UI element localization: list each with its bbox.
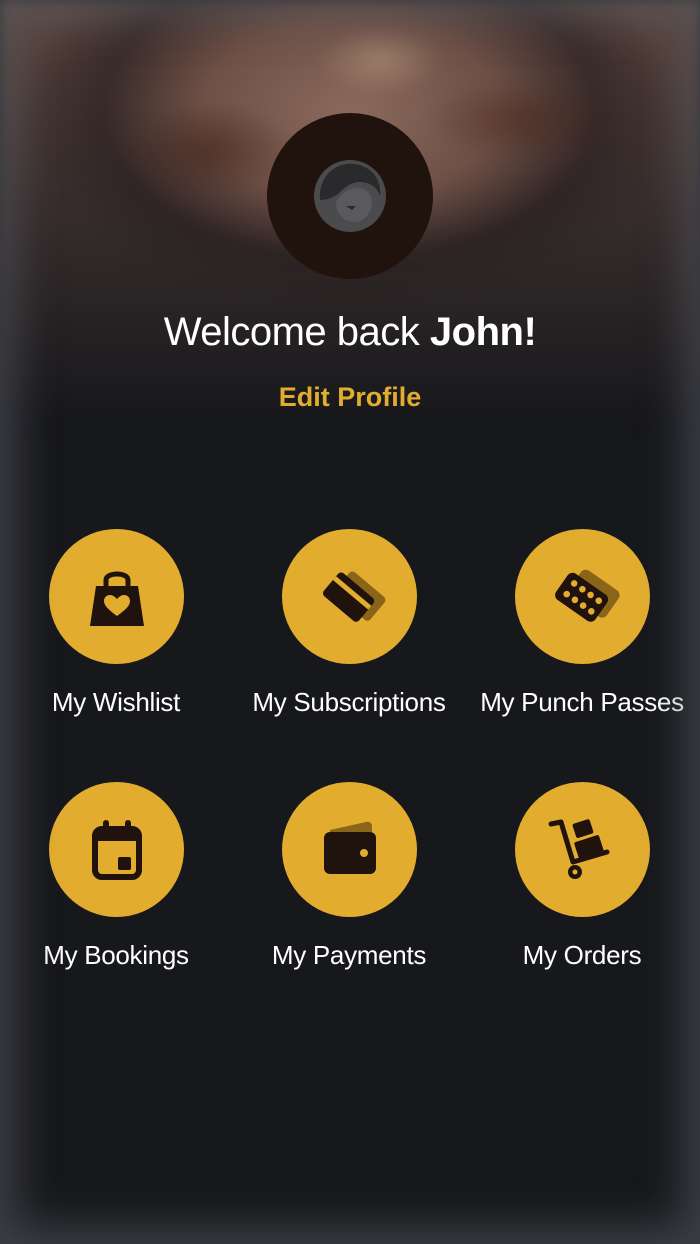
menu-item-label: My Wishlist xyxy=(51,687,181,717)
user-name: John! xyxy=(429,310,537,354)
cards-icon xyxy=(322,570,385,622)
menu-item-label: My Bookings xyxy=(43,940,189,970)
edit-profile-link[interactable]: Edit Profile xyxy=(250,378,450,416)
profile-screen: Welcome back John! Edit Profile My Wishl… xyxy=(0,0,700,1244)
welcome-greeting: Welcome back xyxy=(163,310,420,354)
punch-passes-icon-circle xyxy=(515,529,650,664)
menu-item-label: My Punch Passes xyxy=(480,687,684,717)
wallet-icon xyxy=(323,821,376,874)
subscriptions-icon-circle xyxy=(282,529,417,664)
shopping-bag-heart-icon xyxy=(89,571,144,626)
bookings-icon-circle xyxy=(49,782,184,917)
orders-icon-circle xyxy=(515,782,650,917)
calendar-icon xyxy=(91,819,142,880)
punch-card-icon xyxy=(554,569,620,622)
payments-icon-circle xyxy=(282,782,417,917)
hand-truck-icon xyxy=(548,818,609,879)
menu-item-label: My Subscriptions xyxy=(252,687,446,717)
wishlist-icon-circle xyxy=(49,529,184,664)
user-avatar-icon xyxy=(314,160,386,232)
menu-item-label: My Payments xyxy=(271,940,427,970)
avatar[interactable] xyxy=(267,113,433,279)
welcome-heading: Welcome back John! xyxy=(0,308,700,356)
menu-item-label: My Orders xyxy=(522,940,642,970)
